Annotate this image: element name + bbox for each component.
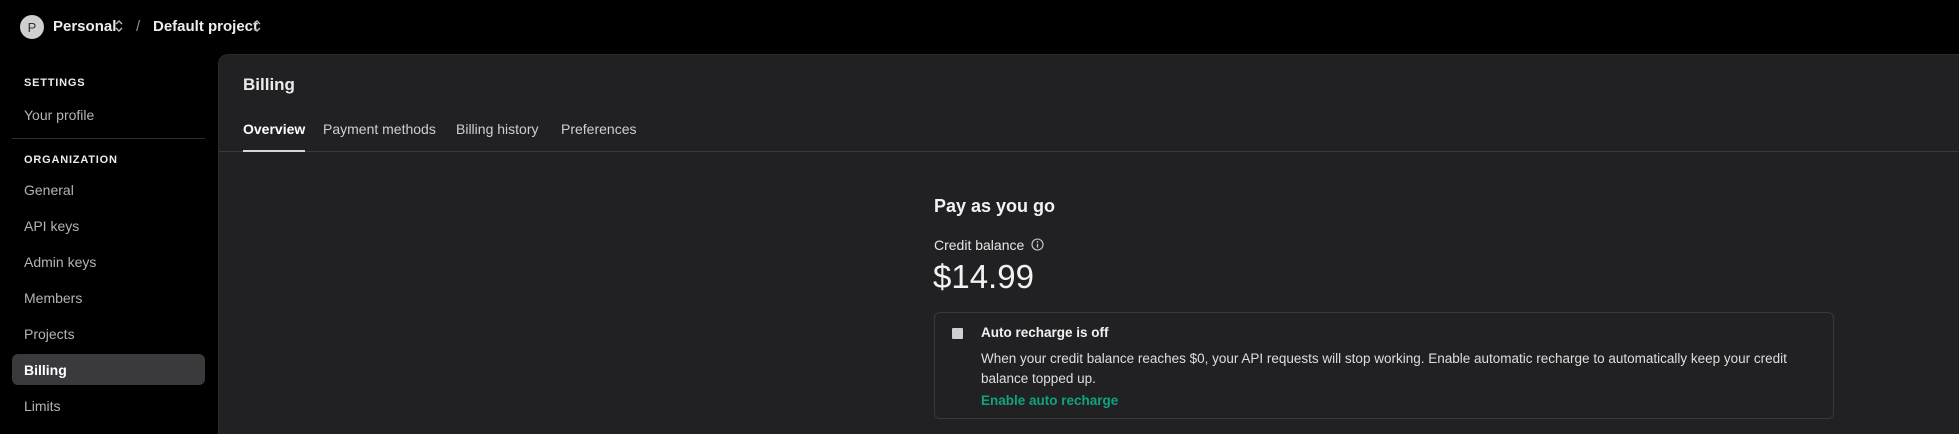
organization-heading: ORGANIZATION xyxy=(24,154,118,166)
settings-sidebar: SETTINGS Your profile ORGANIZATION Gener… xyxy=(0,54,218,434)
auto-recharge-card: Auto recharge is off When your credit ba… xyxy=(934,312,1834,419)
top-bar: P Personal / Default project xyxy=(0,0,1959,54)
sidebar-item-general[interactable]: General xyxy=(12,174,205,205)
avatar[interactable]: P xyxy=(20,15,44,39)
plan-title: Pay as you go xyxy=(934,196,1056,216)
tab-overview[interactable]: Overview xyxy=(243,121,306,152)
org-switcher[interactable]: Personal xyxy=(53,18,116,35)
billing-tabs: Overview Payment methods Billing history… xyxy=(219,121,1959,152)
tab-preferences[interactable]: Preferences xyxy=(561,121,636,150)
info-icon[interactable] xyxy=(1031,238,1044,251)
tab-payment-methods[interactable]: Payment methods xyxy=(323,121,436,150)
sidebar-item-api-keys[interactable]: API keys xyxy=(12,210,205,241)
enable-auto-recharge-link[interactable]: Enable auto recharge xyxy=(981,393,1118,408)
auto-recharge-description: When your credit balance reaches $0, you… xyxy=(981,351,1787,386)
chevron-updown-icon[interactable] xyxy=(114,18,124,34)
auto-recharge-title: Auto recharge is off xyxy=(981,325,1109,340)
credit-balance-value: $14.99 xyxy=(933,258,1034,295)
sidebar-item-members[interactable]: Members xyxy=(12,282,205,313)
breadcrumb-separator: / xyxy=(136,18,141,35)
settings-heading: SETTINGS xyxy=(24,77,86,89)
billing-panel: Billing Overview Payment methods Billing… xyxy=(218,54,1959,434)
credit-balance-label: Credit balance xyxy=(934,237,1025,253)
project-switcher[interactable]: Default project xyxy=(153,18,258,35)
page-title: Billing xyxy=(243,75,295,94)
sidebar-item-projects[interactable]: Projects xyxy=(12,318,205,349)
tab-billing-history[interactable]: Billing history xyxy=(456,121,538,150)
sidebar-item-limits[interactable]: Limits xyxy=(12,390,205,421)
chevron-updown-icon[interactable] xyxy=(252,18,262,34)
sidebar-item-your-profile[interactable]: Your profile xyxy=(12,99,205,130)
sidebar-divider xyxy=(12,138,205,139)
sidebar-item-admin-keys[interactable]: Admin keys xyxy=(12,246,205,277)
status-indicator-icon xyxy=(952,328,963,339)
sidebar-item-billing[interactable]: Billing xyxy=(12,354,205,385)
